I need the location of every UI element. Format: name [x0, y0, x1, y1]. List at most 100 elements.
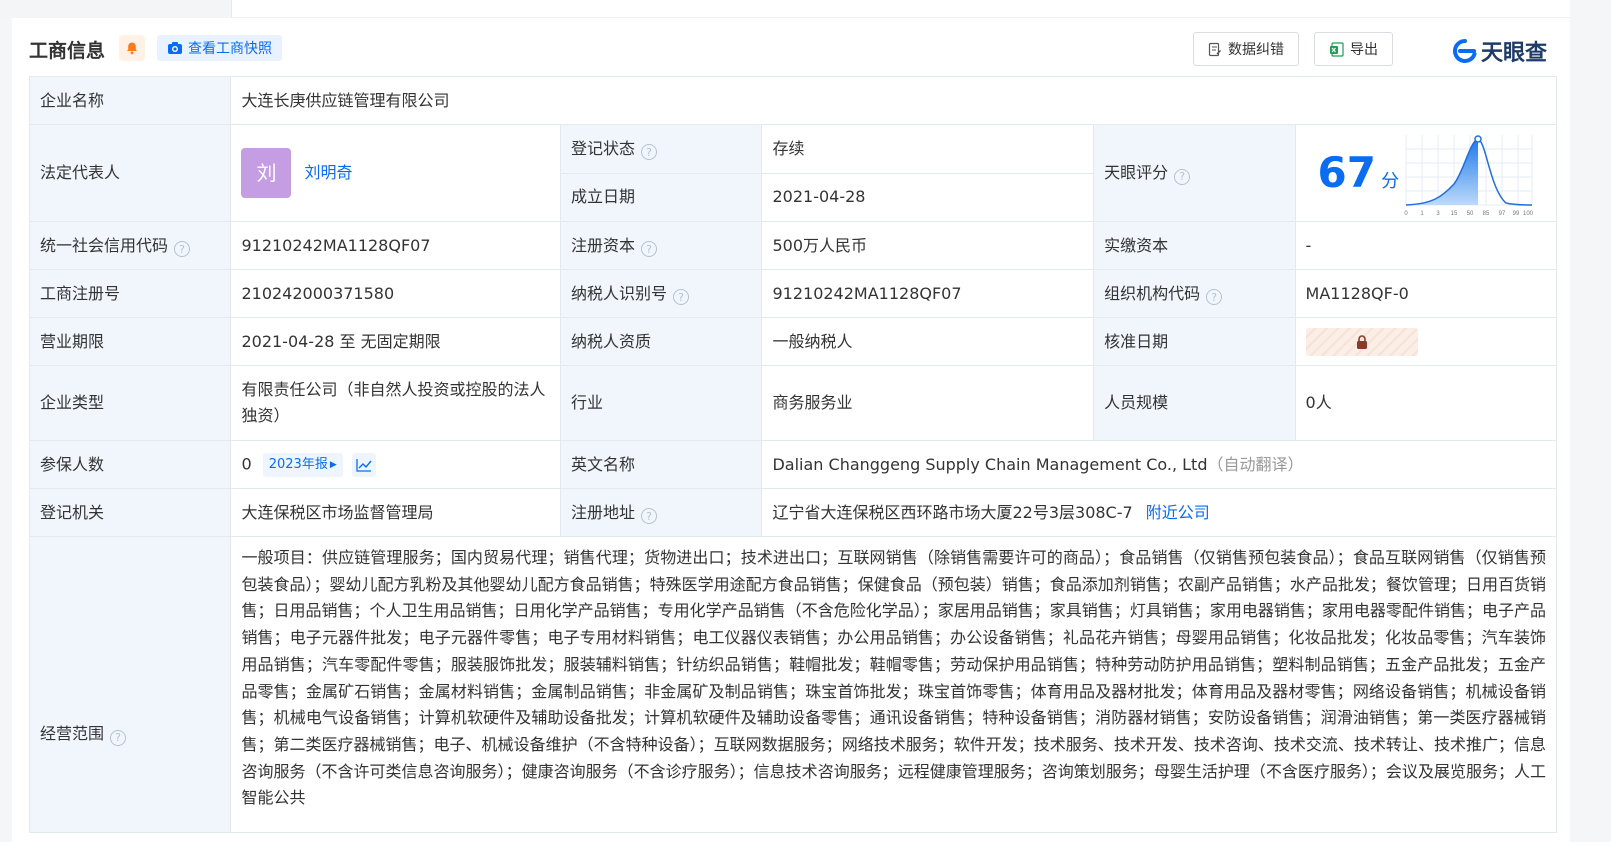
right-gutter [1570, 0, 1611, 842]
found-date-label: 成立日期 [560, 172, 763, 222]
row-credit-code: 统一社会信用代码? 91210242MA1128QF07 注册资本? 500万人… [28, 221, 1558, 270]
reg-no-value: 210242000371580 [230, 269, 562, 318]
tick-label: 85 [1482, 211, 1489, 217]
score-display: 67 分 [1304, 151, 1402, 195]
locked-value[interactable] [1305, 327, 1418, 356]
taxpayer-qual-label: 纳税人资质 [560, 317, 763, 366]
snapshot-label: 查看工商快照 [188, 41, 272, 57]
score-label-cell: 天眼评分? [1093, 124, 1296, 222]
tianyancha-logo[interactable]: 天眼查 [1452, 35, 1547, 67]
row-reg-no: 工商注册号 210242000371580 纳税人识别号? 91210242MA… [28, 269, 1558, 318]
score-cell[interactable]: 67 分 0 1 3 15 50 85 97 99 100 [1294, 124, 1558, 222]
export-label: 导出 [1350, 42, 1378, 58]
reg-address-cell: 辽宁省大连保税区西环路市场大厦22号3层308C-7 附近公司 [761, 488, 1557, 537]
top-tab-strip [0, 0, 1611, 18]
reg-capital-label-cell: 注册资本? [560, 221, 763, 270]
biz-term-label: 营业期限 [28, 317, 232, 366]
approve-date-label: 核准日期 [1093, 317, 1296, 366]
approve-date-cell [1294, 317, 1558, 366]
found-date-value: 2021-04-28 [761, 172, 1095, 222]
credit-code-value: 91210242MA1128QF07 [230, 221, 562, 270]
help-icon[interactable]: ? [1174, 168, 1191, 185]
insured-cell: 0 2023年报 ▶ [230, 440, 562, 489]
legal-rep-label: 法定代表人 [28, 124, 232, 222]
row-legal-rep: 法定代表人 刘 刘明奇 登记状态? 存续 天眼评分? 67 分 0 1 3 15… [28, 124, 1558, 222]
reg-status-value: 存续 [761, 124, 1095, 174]
panel-header: 工商信息 查看工商快照 数据纠错 导出 天眼查 [12, 18, 1570, 76]
business-info-table: 企业名称 大连长庚供应链管理有限公司 法定代表人 刘 刘明奇 登记状态? 存续 … [28, 76, 1558, 833]
snapshot-button[interactable]: 查看工商快照 [157, 35, 282, 61]
trend-chart-icon[interactable] [351, 452, 376, 477]
reg-authority-label: 登记机关 [28, 488, 232, 537]
industry-value: 商务服务业 [761, 365, 1095, 441]
tick-label: 97 [1498, 211, 1505, 217]
row-company-name: 企业名称 大连长庚供应链管理有限公司 [28, 76, 1557, 125]
reg-address-label: 注册地址 [571, 502, 636, 522]
legal-rep-name-link[interactable]: 刘明奇 [305, 163, 353, 182]
company-name-value: 大连长庚供应链管理有限公司 [230, 76, 1557, 125]
biz-term-value: 2021-04-28 至 无固定期限 [230, 317, 562, 366]
business-info-panel: 工商信息 查看工商快照 数据纠错 导出 天眼查 企业名称 大连长庚供应链管理有限… [12, 18, 1570, 842]
top-tab[interactable] [0, 0, 232, 18]
tick-label: 1 [1420, 211, 1424, 217]
row-company-type: 企业类型 有限责任公司（非自然人投资或控股的法人独资） 行业 商务服务业 人员规… [28, 365, 1558, 441]
legal-rep-cell: 刘 刘明奇 [230, 124, 562, 222]
help-icon[interactable]: ? [110, 729, 127, 746]
industry-label: 行业 [560, 365, 763, 441]
help-icon[interactable]: ? [641, 144, 658, 161]
english-name-value: Dalian Changgeng Supply Chain Management… [772, 454, 1208, 474]
row-biz-scope: 经营范围? 一般项目：供应链管理服务；国内贸易代理；销售代理；货物进出口；技术进… [28, 536, 1557, 833]
edit-doc-icon [1208, 42, 1221, 56]
english-name-cell: Dalian Changgeng Supply Chain Management… [761, 440, 1557, 489]
paid-capital-label: 实缴资本 [1093, 221, 1296, 270]
org-code-label-cell: 组织机构代码? [1093, 269, 1296, 318]
company-type-value: 有限责任公司（非自然人投资或控股的法人独资） [230, 365, 562, 441]
reg-address-value: 辽宁省大连保税区西环路市场大厦22号3层308C-7 [772, 502, 1133, 522]
data-correction-label: 数据纠错 [1228, 42, 1284, 58]
tick-label: 99 [1512, 211, 1519, 217]
org-code-label: 组织机构代码 [1104, 283, 1201, 303]
help-icon[interactable]: ? [641, 241, 658, 257]
score-label: 天眼评分 [1104, 163, 1169, 182]
annual-report-label: 2023年报 [268, 456, 328, 472]
tick-label: 0 [1404, 211, 1408, 217]
camera-icon [168, 42, 182, 54]
credit-code-label-cell: 统一社会信用代码? [28, 221, 232, 270]
score-distribution-chart: 0 1 3 15 50 85 97 99 100 [1404, 135, 1533, 217]
help-icon[interactable]: ? [673, 289, 690, 305]
reg-capital-label: 注册资本 [571, 235, 636, 255]
taxpayer-id-label-cell: 纳税人识别号? [560, 269, 763, 318]
help-icon[interactable]: ? [641, 508, 658, 524]
score-unit: 分 [1381, 170, 1400, 192]
reg-authority-value: 大连保税区市场监督管理局 [230, 488, 562, 537]
staff-size-value: 0人 [1294, 365, 1558, 441]
score-axis-ticks: 0 1 3 15 50 85 97 99 100 [1404, 211, 1533, 217]
row-insured: 参保人数 0 2023年报 ▶ 英文名称 Dalian Changgeng Sup… [28, 440, 1557, 489]
help-icon[interactable]: ? [1206, 289, 1223, 305]
bell-icon[interactable] [119, 35, 145, 61]
nearby-companies-link[interactable]: 附近公司 [1146, 503, 1210, 522]
help-icon[interactable]: ? [174, 241, 191, 257]
data-correction-button[interactable]: 数据纠错 [1193, 32, 1299, 66]
company-type-label: 企业类型 [28, 365, 232, 441]
annual-report-tag[interactable]: 2023年报 ▶ [262, 452, 343, 477]
biz-scope-label: 经营范围 [40, 724, 105, 743]
reg-no-label: 工商注册号 [28, 269, 232, 318]
logo-icon [1452, 38, 1477, 63]
insured-value: 0 [241, 454, 252, 474]
reg-address-label-cell: 注册地址? [560, 488, 763, 537]
company-name-label: 企业名称 [28, 76, 232, 125]
avatar: 刘 [241, 148, 292, 198]
taxpayer-id-label: 纳税人识别号 [571, 283, 668, 303]
logo-text: 天眼查 [1481, 41, 1548, 66]
biz-scope-value: 一般项目：供应链管理服务；国内贸易代理；销售代理；货物进出口；技术进出口；互联网… [230, 536, 1557, 833]
lock-icon [1356, 334, 1367, 349]
taxpayer-id-value: 91210242MA1128QF07 [761, 269, 1095, 318]
row-reg-authority: 登记机关 大连保税区市场监督管理局 注册地址? 辽宁省大连保税区西环路市场大厦2… [28, 488, 1557, 537]
export-button[interactable]: 导出 [1314, 32, 1393, 66]
insured-label: 参保人数 [28, 440, 232, 489]
org-code-value: MA1128QF-0 [1294, 269, 1558, 318]
paid-capital-value: - [1294, 221, 1558, 270]
section-title: 工商信息 [29, 40, 106, 62]
excel-icon [1330, 41, 1344, 57]
